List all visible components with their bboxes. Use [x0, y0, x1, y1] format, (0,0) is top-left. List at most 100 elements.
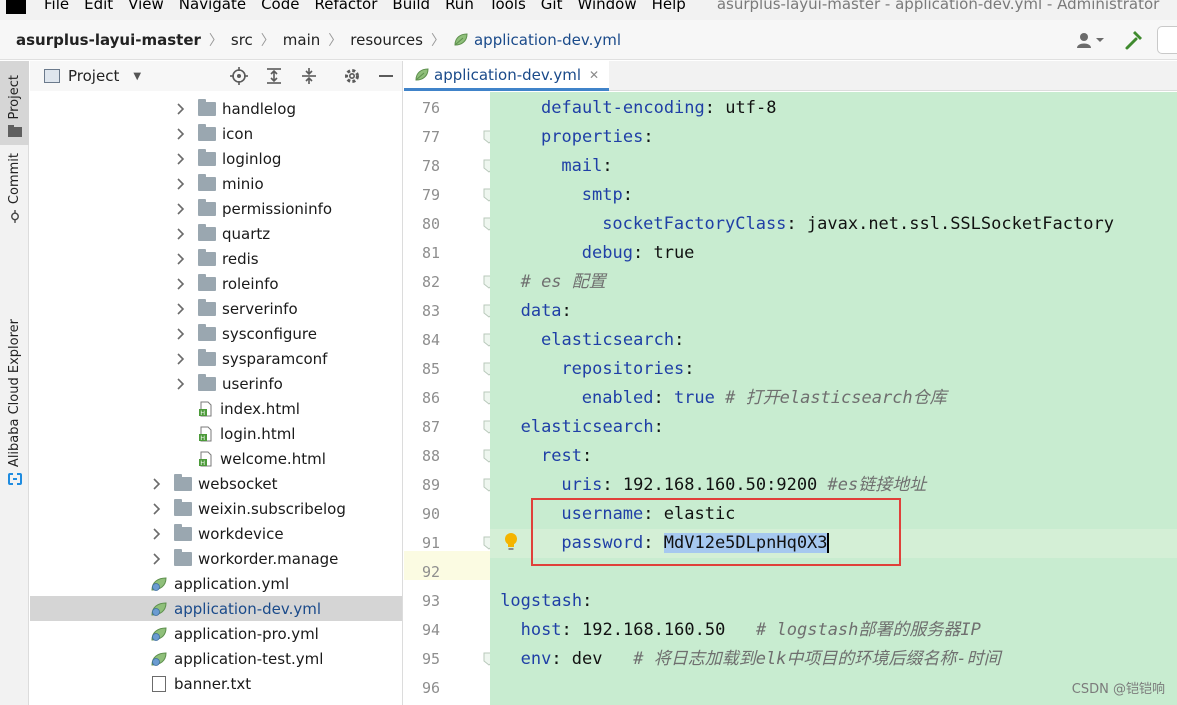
code-line[interactable]: elasticsearch: [490, 326, 1177, 355]
menu-item-edit[interactable]: Edit [84, 0, 113, 14]
tree-item-userinfo[interactable]: userinfo [30, 371, 402, 396]
chevron-right-icon[interactable] [150, 477, 164, 491]
intellij-logo-icon[interactable] [6, 0, 26, 14]
menu-item-view[interactable]: View [128, 0, 164, 14]
chevron-right-icon[interactable] [174, 327, 188, 341]
yaml-key: logstash [500, 591, 583, 611]
tree-item-weixin-subscribelog[interactable]: weixin.subscribelog [30, 496, 402, 521]
menu-item-git[interactable]: Git [541, 0, 563, 14]
collapse-all-icon[interactable] [300, 67, 318, 85]
chevron-right-icon[interactable] [150, 527, 164, 541]
tree-item-welcome-html[interactable]: Hwelcome.html [30, 446, 402, 471]
chevron-right-icon[interactable] [150, 502, 164, 516]
chevron-right-icon[interactable] [174, 352, 188, 366]
breadcrumb-item-src[interactable]: src [231, 31, 253, 49]
tree-item-serverinfo[interactable]: serverinfo [30, 296, 402, 321]
build-hammer-icon[interactable] [1123, 29, 1145, 51]
chevron-down-icon[interactable]: ▼ [133, 71, 141, 82]
gutter-row: 80 [404, 210, 495, 239]
code-line[interactable]: enabled: true # 打开elasticsearch仓库 [490, 384, 1177, 413]
code-line[interactable]: repositories: [490, 355, 1177, 384]
code-line[interactable]: smtp: [490, 181, 1177, 210]
tree-item-handlelog[interactable]: handlelog [30, 96, 402, 121]
stripe-tab-commit[interactable]: Commit [0, 153, 29, 223]
gutter-row: 85 [404, 355, 495, 384]
menu-item-window[interactable]: Window [577, 0, 636, 14]
lightbulb-icon[interactable] [504, 532, 518, 552]
code-line[interactable]: uris: 192.168.160.50:9200 #es链接地址 [490, 471, 1177, 500]
breadcrumb-file[interactable]: application-dev.yml [474, 31, 621, 49]
locate-target-icon[interactable] [230, 67, 248, 85]
stripe-tab-alibaba-cloud[interactable]: Alibaba Cloud Explorer [0, 253, 29, 485]
code-line[interactable]: elasticsearch: [490, 413, 1177, 442]
chevron-right-icon[interactable] [174, 277, 188, 291]
code-line[interactable]: env: dev # 将日志加载到elk中项目的环境后缀名称-时间 [490, 645, 1177, 674]
chevron-right-icon[interactable] [174, 202, 188, 216]
chevron-right-icon[interactable] [174, 302, 188, 316]
breadcrumb-project[interactable]: asurplus-layui-master [16, 31, 201, 49]
menu-item-file[interactable]: File [44, 0, 69, 14]
tab-application-dev-yml[interactable]: application-dev.yml ✕ [404, 61, 610, 91]
code-line[interactable]: rest: [490, 442, 1177, 471]
breadcrumb-item-main[interactable]: main [283, 31, 320, 49]
menu-item-navigate[interactable]: Navigate [179, 0, 246, 14]
tree-item-websocket[interactable]: websocket [30, 471, 402, 496]
tree-item-application-dev-yml[interactable]: application-dev.yml [30, 596, 402, 621]
tree-item-sysconfigure[interactable]: sysconfigure [30, 321, 402, 346]
code-line[interactable]: host: 192.168.160.50 # logstash部署的服务器IP [490, 616, 1177, 645]
run-configuration-selector[interactable] [1157, 26, 1177, 54]
project-panel-title[interactable]: Project [68, 67, 119, 85]
menu-item-run[interactable]: Run [445, 0, 474, 14]
tree-item-label: roleinfo [222, 274, 279, 293]
line-number: 95 [421, 650, 440, 668]
tree-item-redis[interactable]: redis [30, 246, 402, 271]
expand-all-icon[interactable] [265, 67, 283, 85]
tree-item-application-yml[interactable]: application.yml [30, 571, 402, 596]
tree-item-workdevice[interactable]: workdevice [30, 521, 402, 546]
code-line[interactable]: socketFactoryClass: javax.net.ssl.SSLSoc… [490, 210, 1177, 239]
chevron-right-icon[interactable] [174, 377, 188, 391]
code-line[interactable]: debug: true [490, 239, 1177, 268]
stripe-tab-project[interactable]: Project [0, 61, 29, 145]
menu-item-refactor[interactable]: Refactor [314, 0, 377, 14]
tree-item-banner-txt[interactable]: banner.txt [30, 671, 402, 696]
tree-item-quartz[interactable]: quartz [30, 221, 402, 246]
code-line[interactable]: mail: [490, 152, 1177, 181]
code-line[interactable]: # es 配置 [490, 268, 1177, 297]
menu-item-tools[interactable]: Tools [489, 0, 526, 14]
chevron-right-icon[interactable] [174, 102, 188, 116]
breadcrumb-item-resources[interactable]: resources [350, 31, 423, 49]
tree-item-index-html[interactable]: Hindex.html [30, 396, 402, 421]
code-line[interactable]: default-encoding: utf-8 [490, 94, 1177, 123]
tree-item-loginlog[interactable]: loginlog [30, 146, 402, 171]
tree-item-minio[interactable]: minio [30, 171, 402, 196]
folder-icon [198, 173, 216, 191]
chevron-right-icon[interactable] [174, 152, 188, 166]
chevron-right-icon[interactable] [174, 227, 188, 241]
tree-item-label: application-test.yml [174, 649, 324, 668]
code-line[interactable]: data: [490, 297, 1177, 326]
chevron-right-icon[interactable] [174, 177, 188, 191]
gear-icon[interactable] [343, 67, 361, 85]
chevron-right-icon[interactable] [174, 127, 188, 141]
tree-item-sysparamconf[interactable]: sysparamconf [30, 346, 402, 371]
tree-item-application-pro-yml[interactable]: application-pro.yml [30, 621, 402, 646]
code-line[interactable]: logstash: [490, 587, 1177, 616]
tree-item-roleinfo[interactable]: roleinfo [30, 271, 402, 296]
menu-item-help[interactable]: Help [652, 0, 686, 14]
chevron-right-icon[interactable] [174, 252, 188, 266]
hide-panel-icon[interactable] [377, 67, 395, 85]
code-area[interactable]: default-encoding: utf-8 properties: mail: s… [490, 92, 1177, 705]
tree-item-label: sysparamconf [222, 349, 328, 368]
chevron-right-icon[interactable] [150, 552, 164, 566]
user-account-icon[interactable] [1075, 30, 1105, 50]
code-line[interactable]: properties: [490, 123, 1177, 152]
tree-item-login-html[interactable]: Hlogin.html [30, 421, 402, 446]
menu-item-build[interactable]: Build [392, 0, 430, 14]
tree-item-application-test-yml[interactable]: application-test.yml [30, 646, 402, 671]
tree-item-workorder-manage[interactable]: workorder.manage [30, 546, 402, 571]
tree-item-icon[interactable]: icon [30, 121, 402, 146]
menu-item-code[interactable]: Code [261, 0, 299, 14]
tree-item-permissioninfo[interactable]: permissioninfo [30, 196, 402, 221]
close-icon[interactable]: ✕ [589, 68, 599, 82]
